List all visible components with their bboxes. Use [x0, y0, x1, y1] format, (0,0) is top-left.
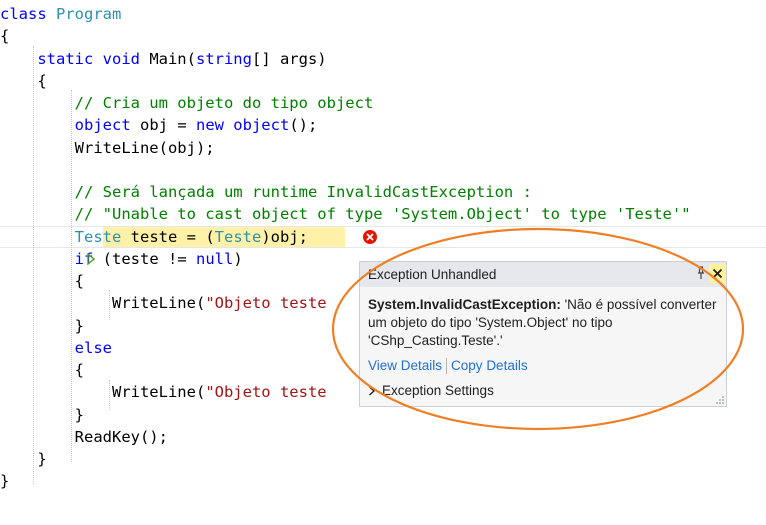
code-line[interactable]: // "Unable to cast object of type 'Syste…	[0, 203, 691, 225]
code-token: string	[195, 49, 252, 68]
exception-message: System.InvalidCastException: 'Não é poss…	[368, 296, 718, 350]
error-icon[interactable]	[363, 230, 377, 244]
indent-guide	[71, 90, 72, 462]
code-token: )	[233, 249, 243, 268]
code-line[interactable]: WriteLine("Objeto teste	[0, 381, 327, 403]
exception-settings-label: Exception Settings	[382, 383, 494, 398]
run-to-here-icon[interactable]	[86, 253, 96, 265]
code-token: // Cria um objeto do tipo object	[0, 94, 374, 112]
code-line[interactable]: // Será lançada um runtime InvalidCastEx…	[0, 181, 532, 203]
code-token: WriteLine(	[0, 383, 206, 402]
popup-header: Exception Unhandled	[360, 262, 726, 287]
code-token: else	[74, 338, 112, 357]
code-token: }	[0, 472, 10, 491]
code-line[interactable]: else	[0, 337, 112, 359]
code-line[interactable]: WriteLine("Objeto teste	[0, 292, 327, 314]
code-token: object	[74, 116, 131, 135]
code-token: new object	[195, 116, 290, 135]
code-token: Teste	[214, 227, 262, 246]
indent-guide	[109, 290, 110, 320]
code-token: obj =	[130, 116, 196, 135]
expand-arrow-icon	[369, 386, 375, 396]
code-token: "Objeto teste	[205, 294, 327, 313]
code-token: )obj;	[261, 227, 308, 246]
code-token: Teste	[74, 227, 122, 246]
code-line[interactable]: ReadKey();	[0, 426, 168, 448]
exception-type: System.InvalidCastException:	[368, 297, 561, 312]
pin-icon[interactable]	[696, 266, 706, 280]
exception-popup: Exception Unhandled System.InvalidCastEx…	[359, 261, 727, 407]
code-line[interactable]: static void Main(string[] args)	[0, 48, 327, 70]
close-icon	[712, 268, 723, 279]
code-token: {	[0, 27, 10, 46]
code-token: static void	[37, 49, 150, 68]
code-token: (teste !=	[93, 249, 196, 268]
code-token: Main(	[149, 49, 196, 68]
view-details-link[interactable]: View Details	[368, 358, 442, 373]
code-token: {	[0, 71, 47, 90]
code-token: }	[0, 450, 47, 468]
code-line[interactable]: }	[0, 448, 47, 470]
code-token: class	[0, 5, 56, 23]
resize-grip-icon[interactable]	[716, 396, 724, 404]
copy-details-link[interactable]: Copy Details	[451, 358, 528, 373]
code-token: [] args)	[251, 49, 327, 68]
code-token: // Será lançada um runtime InvalidCastEx…	[0, 183, 532, 201]
code-line[interactable]: {	[0, 70, 47, 92]
code-line[interactable]: // Cria um objeto do tipo object	[0, 92, 374, 114]
code-line[interactable]: if (teste != null)	[0, 248, 243, 270]
code-token: ();	[289, 116, 318, 135]
code-token: WriteLine(	[0, 294, 206, 313]
code-line[interactable]: {	[0, 25, 9, 47]
code-token: "Objeto teste	[205, 383, 327, 402]
code-line[interactable]: }	[0, 470, 9, 492]
code-token: null	[195, 249, 234, 268]
link-separator	[446, 358, 448, 375]
close-button[interactable]	[709, 264, 726, 283]
code-line[interactable]: class Program	[0, 3, 121, 25]
code-token: teste = (	[121, 227, 215, 246]
code-line[interactable]: Teste teste = (Teste)obj;	[0, 226, 308, 248]
popup-title: Exception Unhandled	[368, 267, 497, 282]
popup-links: View Details Copy Details	[368, 358, 528, 375]
indent-guide	[33, 46, 34, 484]
code-line[interactable]: object obj = new object();	[0, 114, 318, 136]
code-token: // "Unable to cast object of type 'Syste…	[0, 205, 691, 224]
indent-guide	[109, 380, 110, 410]
code-token: Program	[56, 5, 122, 23]
code-token: ReadKey();	[0, 427, 168, 446]
